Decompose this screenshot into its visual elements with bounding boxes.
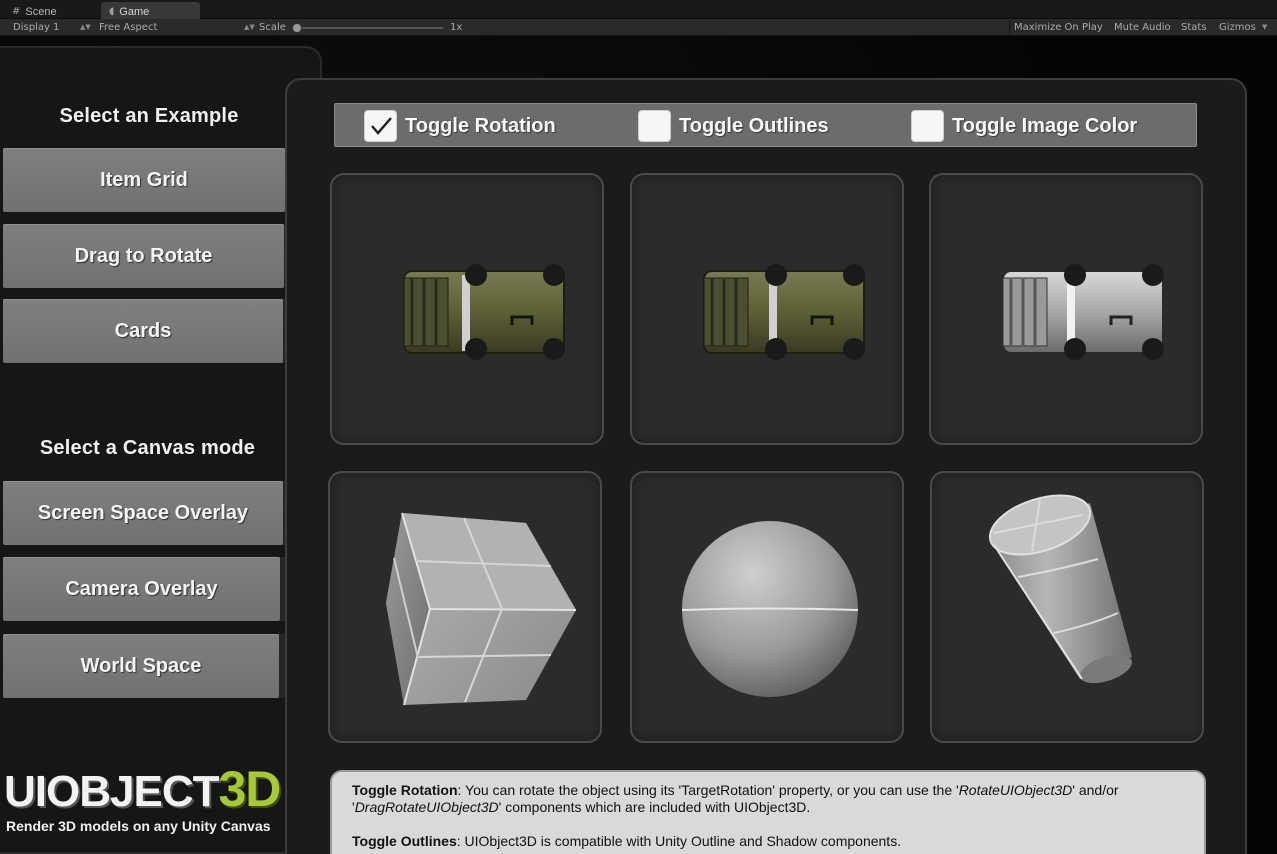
tab-scene[interactable]: # Scene [4,2,99,19]
rotate-component-name: RotateUIObject3D [958,782,1073,798]
display-dropdown-arrow-icon: ▲▼ [80,23,91,31]
world-space-button-label: World Space [80,654,202,677]
toggle-image-color-label: Toggle Image Color [952,114,1138,137]
aspect-dropdown-arrow-icon: ▲▼ [244,23,255,31]
grid-cell-cube[interactable] [328,471,602,743]
drag-to-rotate-button-label: Drag to Rotate [74,244,213,267]
screen-space-overlay-button-label: Screen Space Overlay [37,501,249,524]
grid-cell-crate-silver[interactable] [929,173,1203,445]
toggle-outlines[interactable]: Toggle Outlines [638,110,829,142]
cylinder-model [988,494,1132,684]
cards-button[interactable]: Cards [3,299,295,363]
checkmark-icon [370,117,392,135]
pacman-icon: ◖ [109,6,115,17]
camera-overlay-button-label: Camera Overlay [65,577,218,600]
logo-wordmark: UIOBJECT3D [4,764,281,816]
outlines-description: Toggle Outlines: UIObject3D is compatibl… [352,833,1184,850]
toggle-rotation-label: Toggle Rotation [405,114,556,137]
tab-game-label: Game [119,5,150,18]
grid-cell-cylinder[interactable] [930,471,1204,743]
logo-word: UIOBJECT [4,767,219,816]
screen-space-overlay-button[interactable]: Screen Space Overlay [3,481,295,545]
camera-overlay-button[interactable]: Camera Overlay [3,557,292,621]
toggle-bar: Toggle Rotation Toggle Outlines Toggle I… [334,103,1197,147]
description-panel: Toggle Rotation: You can rotate the obje… [330,770,1206,854]
scale-slider-track[interactable] [293,27,443,29]
item-grid-button[interactable]: Item Grid [3,148,297,212]
camo-crate-model [403,264,565,360]
drag-to-rotate-button[interactable]: Drag to Rotate [3,224,296,288]
toggle-rotation[interactable]: Toggle Rotation [364,110,556,142]
cube-model [386,512,577,706]
maximize-on-play-toggle[interactable]: Maximize On Play [1014,21,1103,34]
gizmos-arrow-icon: ▼ [1262,23,1268,31]
game-toolbar: Display 1 ▲▼ Free Aspect ▲▼ Scale 1x Max… [0,19,1277,36]
grid-icon: # [12,6,21,17]
rotation-description: Toggle Rotation: You can rotate the obje… [352,782,1184,816]
rotation-description-title: Toggle Rotation [352,782,458,798]
toggle-image-color[interactable]: Toggle Image Color [911,110,1137,142]
drag-rotate-component-name: DragRotateUIObject3D [354,799,499,815]
rotation-checkbox[interactable] [364,110,397,142]
mute-audio-toggle[interactable]: Mute Audio [1114,21,1171,34]
grid-cell-crate-camo-1[interactable] [330,173,604,445]
rotation-description-end: ' components which are included with UIO… [498,799,811,815]
tab-scene-label: Scene [25,5,57,18]
display-dropdown[interactable]: Display 1 [13,21,59,34]
scale-value: 1x [450,22,463,33]
silver-crate-model [1002,264,1164,360]
scale-label: Scale [259,22,286,33]
outlines-description-text: : UIObject3D is compatible with Unity Ou… [456,833,902,849]
rotation-description-text: : You can rotate the object using its 'T… [457,782,959,798]
item-grid-button-label: Item Grid [100,168,188,191]
scale-slider-handle[interactable] [292,23,302,33]
uiobject3d-logo: UIOBJECT3D Render 3D models on any Unity… [4,764,286,839]
image-color-checkbox[interactable] [911,110,944,142]
outlines-checkbox[interactable] [638,110,671,142]
example-section-title: Select an Example [59,105,239,127]
stats-toggle[interactable]: Stats [1181,21,1207,34]
gizmos-dropdown[interactable]: Gizmos [1219,21,1256,34]
canvas-mode-section-title: Select a Canvas mode [39,437,256,459]
aspect-dropdown[interactable]: Free Aspect [99,21,157,34]
toggle-outlines-label: Toggle Outlines [679,114,829,137]
outlines-description-title: Toggle Outlines [352,833,457,849]
logo-tagline: Render 3D models on any Unity Canvas [6,818,271,834]
toolbar-divider [1009,20,1010,35]
world-space-button[interactable]: World Space [3,634,291,698]
cards-button-label: Cards [114,319,172,342]
logo-3d: 3D [218,761,281,817]
grid-cell-sphere[interactable] [630,471,904,743]
game-view: # Scene ◖ Game Display 1 ▲▼ Free Aspect … [0,0,1277,854]
editor-tab-bar: # Scene ◖ Game [0,0,1277,19]
camo-crate-model [703,264,865,360]
tab-game[interactable]: ◖ Game [101,2,200,19]
sphere-model [681,521,859,697]
grid-cell-crate-camo-2[interactable] [630,173,904,445]
